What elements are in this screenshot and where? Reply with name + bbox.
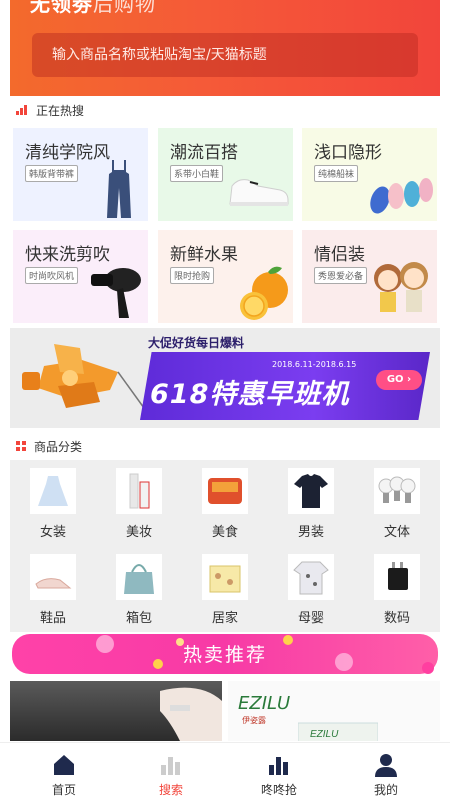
app-title-thin: 后购物 <box>93 0 156 16</box>
hot-sale-title: 热卖推荐 <box>182 644 267 666</box>
banner-subtitle: 大促好货每日爆料 <box>148 336 245 350</box>
lightbulb-icon <box>374 468 420 514</box>
nav-mine[interactable]: 我的 <box>330 743 442 800</box>
nav-label: 咚咚抢 <box>260 783 297 797</box>
category-label: 文体 <box>383 525 410 540</box>
category-label: 女装 <box>39 525 66 540</box>
airplane-icon <box>22 344 145 409</box>
search-input[interactable]: 输入商品名称或粘贴淘宝/天猫标题 <box>32 33 418 77</box>
stats-bars-icon <box>269 757 288 775</box>
category-section-title: 商品分类 <box>34 439 83 454</box>
hot-item-couple-outfit[interactable]: 情侣装 秀恩爱必备 <box>302 230 437 323</box>
sandal-icon <box>30 554 76 600</box>
hot-item-hairdryer[interactable]: 快来洗剪吹 时尚吹风机 <box>13 230 148 323</box>
hot-item-tag: 纯棉船袜 <box>314 165 359 182</box>
hot-item-socks[interactable]: 浅口隐形 纯棉船袜 <box>302 128 437 221</box>
bottom-nav: 首页 搜索 咚咚抢 我的 <box>0 742 450 800</box>
handbag-icon <box>116 554 162 600</box>
category-label: 箱包 <box>125 611 152 626</box>
baby-clothes-icon <box>288 554 334 600</box>
banner-dates: 2018.6.11-2018.6.15 <box>272 360 357 369</box>
food-icon <box>202 468 248 514</box>
dress-icon <box>30 468 76 514</box>
hot-item-title: 浅口隐形 <box>314 143 382 163</box>
nav-label: 首页 <box>51 783 76 797</box>
category-item-bags[interactable]: 箱包 <box>96 546 182 632</box>
hot-item-title: 清纯学院风 <box>25 143 110 163</box>
user-icon <box>375 754 397 777</box>
app-title: 无领劵后购物 <box>30 0 156 17</box>
header-banner: 无领劵后购物 输入商品名称或粘贴淘宝/天猫标题 <box>10 0 440 96</box>
category-item-shoes[interactable]: 鞋品 <box>10 546 96 632</box>
hot-item-fruit[interactable]: 新鲜水果 限时抢购 <box>158 230 293 323</box>
hot-item-title: 情侣装 <box>314 245 365 265</box>
hot-item-tag: 秀恩爱必备 <box>314 267 368 284</box>
category-item-baby[interactable]: 母婴 <box>268 546 354 632</box>
category-label: 母婴 <box>297 611 324 626</box>
nav-search[interactable]: 搜索 <box>115 743 227 800</box>
sneaker-icon <box>229 179 289 206</box>
product-card-2[interactable]: EZILU 伊姿露 EZILU <box>228 681 440 741</box>
category-item-cosmetics[interactable]: 美妆 <box>96 460 182 546</box>
svg-text:EZILU: EZILU <box>310 729 339 740</box>
product-brand: EZILU <box>238 693 291 714</box>
hot-item-trendy-sneaker[interactable]: 潮流百搭 系带小白鞋 <box>158 128 293 221</box>
nav-flash-sale[interactable]: 咚咚抢 <box>223 743 335 800</box>
category-section-header: 商品分类 <box>16 435 82 457</box>
go-label: GO <box>386 374 404 385</box>
product-image <box>160 687 222 741</box>
socks-icon <box>370 178 433 214</box>
category-item-food[interactable]: 美食 <box>182 460 268 546</box>
cartoon-couple-icon <box>374 262 428 312</box>
hairdryer-icon <box>91 268 141 318</box>
category-label: 男装 <box>297 525 324 540</box>
cosmetics-icon <box>116 468 162 514</box>
hot-section-header: 正在热搜 <box>16 99 84 121</box>
category-grid-icon <box>16 441 26 451</box>
app-title-bold: 无领劵 <box>30 0 93 16</box>
hot-item-tag: 限时抢购 <box>170 267 215 284</box>
category-item-mens[interactable]: 男装 <box>268 460 354 546</box>
category-item-womens[interactable]: 女装 <box>10 460 96 546</box>
promo-banner[interactable]: 大促好货每日爆料 2018.6.11-2018.6.15 618特惠早班机 GO… <box>10 328 440 428</box>
overalls-icon <box>107 160 131 218</box>
nav-home[interactable]: 首页 <box>8 743 120 800</box>
category-item-stationery[interactable]: 文体 <box>354 460 440 546</box>
hot-item-college-style[interactable]: 清纯学院风 韩版背带裤 <box>13 128 148 221</box>
hot-item-tag: 韩版背带裤 <box>25 165 79 182</box>
category-item-digital[interactable]: 数码 <box>354 546 440 632</box>
hot-section-title: 正在热搜 <box>36 103 85 118</box>
hot-sale-ribbon: 热卖推荐 <box>10 632 440 678</box>
hot-item-tag: 时尚吹风机 <box>25 267 79 284</box>
hot-item-title: 新鲜水果 <box>170 245 238 265</box>
hot-search-grid: 清纯学院风 韩版背带裤 潮流百搭 系带小白鞋 浅口隐形 纯棉船袜 快来洗剪吹 时… <box>13 128 437 324</box>
product-card-1[interactable] <box>10 681 222 741</box>
charger-icon <box>374 554 420 600</box>
category-label: 数码 <box>383 611 410 626</box>
category-label: 居家 <box>211 611 238 626</box>
storage-box-icon <box>202 554 248 600</box>
orange-fruit-icon <box>240 266 288 320</box>
category-label: 美食 <box>211 525 238 540</box>
hot-item-title: 快来洗剪吹 <box>25 245 110 265</box>
trending-bars-icon <box>16 105 28 115</box>
home-icon <box>54 755 74 775</box>
category-label: 鞋品 <box>39 611 66 626</box>
category-item-home[interactable]: 居家 <box>182 546 268 632</box>
category-grid: 女装 美妆 美食 男装 文体 鞋品 箱包 居家 母婴 数码 <box>10 460 440 632</box>
banner-go-button[interactable]: GO › <box>376 370 422 390</box>
banner-headline: 618特惠早班机 <box>150 379 350 410</box>
category-label: 美妆 <box>125 525 152 540</box>
nav-label: 搜索 <box>158 783 183 797</box>
nav-label: 我的 <box>373 783 398 797</box>
app-page: { "header": { "title_bold": "无领劵", "titl… <box>0 0 450 800</box>
tshirt-icon <box>288 468 334 514</box>
chart-bars-icon <box>161 757 180 775</box>
hot-item-title: 潮流百搭 <box>170 143 238 163</box>
hot-item-tag: 系带小白鞋 <box>170 165 224 182</box>
product-brand-sub: 伊姿露 <box>242 716 266 725</box>
cream-tube-icon: EZILU <box>298 722 378 741</box>
